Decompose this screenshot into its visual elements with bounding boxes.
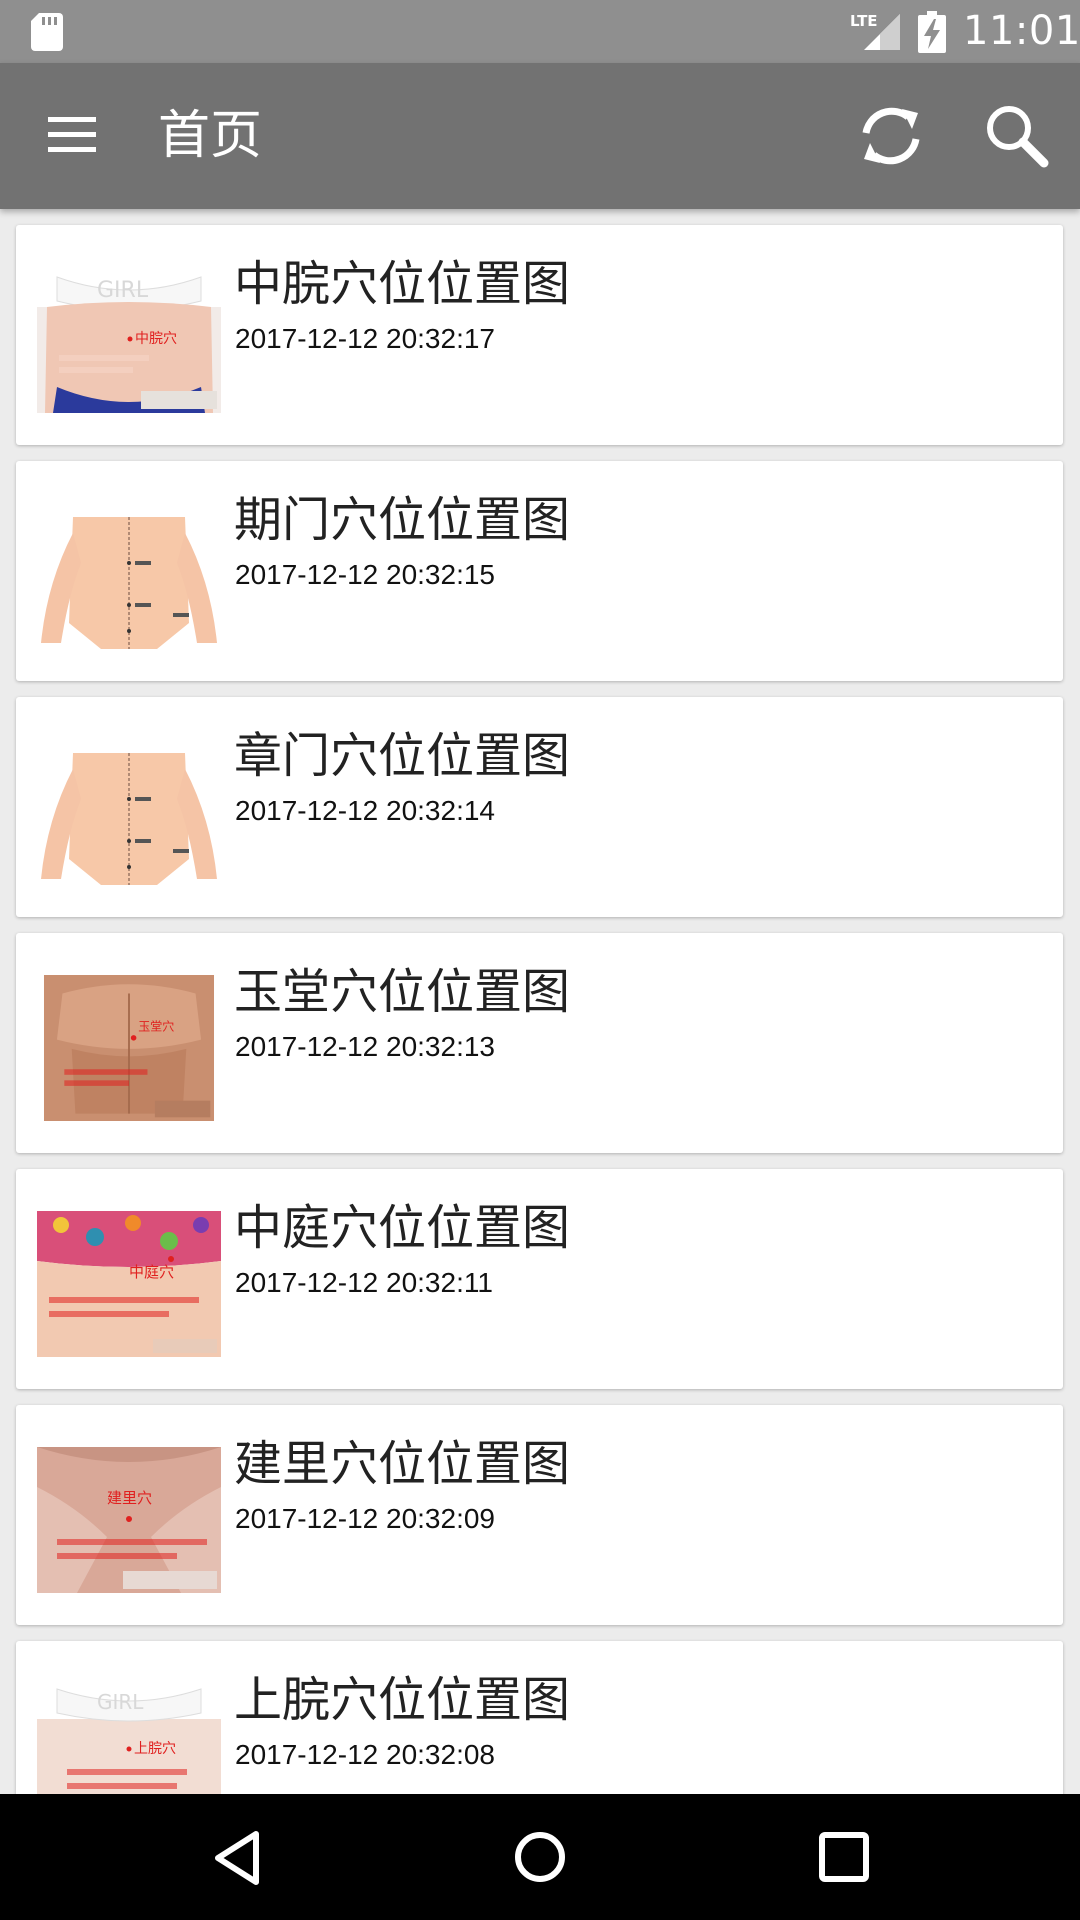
- status-time: 11:01: [963, 8, 1080, 54]
- navigation-bar: [0, 1794, 1080, 1920]
- thumbnail-image: GIRL 上脘穴: [37, 1683, 221, 1794]
- list-item[interactable]: GIRL 中脘穴 中脘穴位位置图 2017-12-12 20:32:17: [16, 225, 1063, 445]
- battery-charging-icon: [918, 11, 946, 53]
- thumb-top-text: GIRL: [97, 1690, 144, 1714]
- item-title: 建里穴位位置图: [234, 1436, 571, 1492]
- app-bar: 首页: [0, 63, 1080, 209]
- thumbnail-image: [37, 503, 221, 649]
- item-date: 2017-12-12 20:32:08: [235, 1739, 495, 1770]
- item-date: 2017-12-12 20:32:14: [235, 795, 495, 826]
- thumb-label: 建里穴: [107, 1489, 152, 1507]
- sd-card-icon: [31, 13, 63, 51]
- menu-icon[interactable]: [46, 113, 98, 157]
- item-date: 2017-12-12 20:32:17: [235, 323, 495, 354]
- thumb-label: 上脘穴: [134, 1741, 176, 1757]
- lte-label: LTE: [850, 12, 878, 30]
- thumbnail-image: GIRL 中脘穴: [37, 267, 221, 413]
- thumb-label: 玉堂穴: [138, 1018, 174, 1033]
- thumbnail-image: 玉堂穴: [43, 975, 215, 1121]
- refresh-icon[interactable]: [858, 103, 924, 169]
- item-title: 上脘穴位位置图: [234, 1672, 571, 1728]
- page-title: 首页: [158, 106, 263, 166]
- list-item[interactable]: 章门穴位位置图 2017-12-12 20:32:14: [16, 697, 1063, 917]
- item-title: 章门穴位位置图: [234, 728, 571, 784]
- item-title: 玉堂穴位位置图: [234, 964, 571, 1020]
- home-button[interactable]: [512, 1827, 568, 1887]
- status-bar: LTE 11:01: [0, 0, 1080, 63]
- search-icon[interactable]: [984, 103, 1050, 169]
- item-date: 2017-12-12 20:32:13: [235, 1031, 495, 1062]
- list-item[interactable]: 建里穴 建里穴位位置图 2017-12-12 20:32:09: [16, 1405, 1063, 1625]
- list-item[interactable]: 期门穴位位置图 2017-12-12 20:32:15: [16, 461, 1063, 681]
- item-date: 2017-12-12 20:32:11: [235, 1267, 493, 1298]
- thumbnail-image: [37, 739, 221, 885]
- back-button[interactable]: [210, 1828, 266, 1888]
- item-title: 中庭穴位位置图: [234, 1200, 571, 1256]
- thumbnail-image: 中庭穴: [37, 1211, 221, 1357]
- item-title: 中脘穴位位置图: [234, 256, 571, 312]
- thumbnail-image: 建里穴: [37, 1447, 221, 1593]
- article-list[interactable]: GIRL 中脘穴 中脘穴位位置图 2017-12-12 20:32:17 期门穴…: [0, 209, 1080, 1794]
- thumb-label: 中脘穴: [135, 331, 177, 347]
- item-date: 2017-12-12 20:32:09: [235, 1503, 495, 1534]
- item-date: 2017-12-12 20:32:15: [235, 559, 495, 590]
- list-item[interactable]: 玉堂穴 玉堂穴位位置图 2017-12-12 20:32:13: [16, 933, 1063, 1153]
- thumb-label: 中庭穴: [129, 1263, 174, 1281]
- list-item[interactable]: GIRL 上脘穴 上脘穴位位置图 2017-12-12 20:32:08: [16, 1641, 1063, 1794]
- recents-button[interactable]: [816, 1829, 872, 1885]
- thumb-top-text: GIRL: [97, 278, 149, 303]
- list-item[interactable]: 中庭穴 中庭穴位位置图 2017-12-12 20:32:11: [16, 1169, 1063, 1389]
- item-title: 期门穴位位置图: [234, 492, 571, 548]
- lte-signal-icon: LTE: [850, 12, 900, 50]
